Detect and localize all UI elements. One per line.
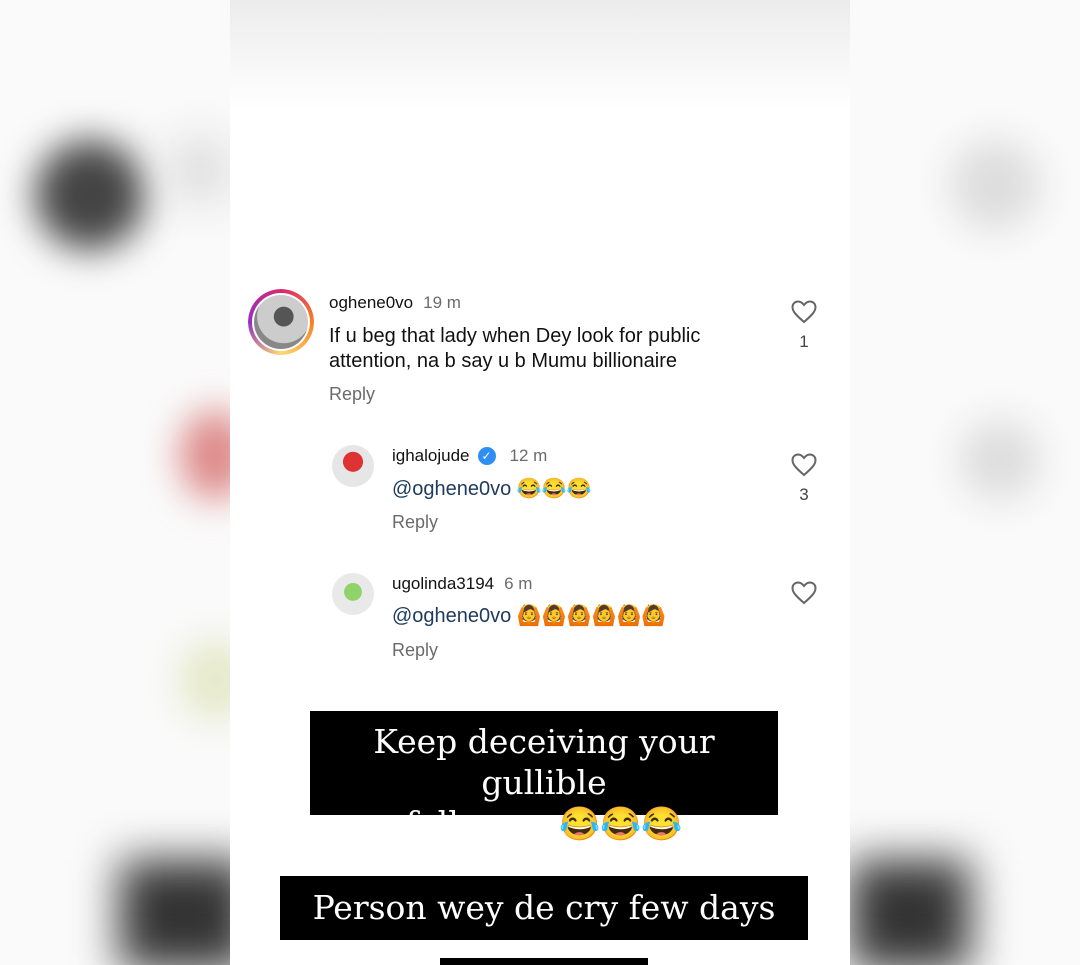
like-button[interactable]: 1	[789, 300, 819, 352]
emoji-text: 🙆🙆🙆🙆🙆🙆	[516, 605, 667, 627]
blurred-shape	[180, 640, 230, 720]
blurred-shape	[950, 140, 1040, 230]
like-button[interactable]: 3	[789, 453, 819, 505]
username[interactable]: oghene0vo	[329, 293, 413, 313]
mention-link[interactable]: @oghene0vo	[392, 605, 511, 627]
blurred-shape	[960, 420, 1040, 500]
blurred-shape	[170, 140, 230, 200]
username[interactable]: ugolinda3194	[392, 574, 494, 594]
caption-line: Person wey de cry few days ago	[312, 888, 776, 965]
blurred-shape	[850, 860, 970, 965]
top-fade	[230, 0, 850, 110]
caption-text-2: Person wey de cry few days ago	[280, 876, 808, 965]
caption-line: followers😂😂😂	[405, 804, 683, 843]
verified-check-icon: ✓	[477, 447, 496, 465]
blurred-shape	[120, 860, 230, 965]
comment-meta: oghene0vo 19 m	[329, 293, 461, 313]
caption-text-1: Keep deceiving your gullible followers😂😂…	[310, 711, 778, 843]
timestamp: 12 m	[509, 446, 548, 465]
like-count: 1	[799, 332, 809, 351]
comment-text: If u beg that lady when Dey look for pub…	[329, 325, 701, 372]
reply-button[interactable]: Reply	[329, 384, 375, 405]
comment-meta: ighalojude ✓ 12 m	[392, 446, 547, 466]
timestamp: 19 m	[423, 293, 461, 312]
avatar[interactable]	[332, 573, 374, 615]
like-button[interactable]	[789, 581, 819, 605]
like-count: 3	[799, 485, 809, 504]
username[interactable]: ighalojude	[392, 446, 470, 466]
reply-button[interactable]: Reply	[392, 640, 438, 661]
blurred-shape	[180, 410, 230, 500]
avatar[interactable]	[248, 289, 314, 355]
comment-text: @oghene0vo 🙆🙆🙆🙆🙆🙆	[392, 604, 666, 629]
emoji-text: 😂😂😂	[516, 478, 592, 500]
heart-outline-icon	[791, 581, 817, 605]
reply-button[interactable]: Reply	[392, 512, 438, 533]
caption-text-3-partial	[440, 958, 648, 965]
blurred-background-left	[0, 0, 230, 965]
comment-text: @oghene0vo 😂😂😂	[392, 477, 592, 502]
timestamp: 6 m	[504, 574, 533, 593]
blurred-avatar-shape	[35, 140, 145, 250]
comment-meta: ugolinda3194 6 m	[392, 574, 532, 594]
blurred-background-right	[850, 0, 1080, 965]
caption-line: Keep deceiving your gullible	[373, 722, 715, 802]
heart-outline-icon	[791, 300, 817, 324]
comments-screenshot: oghene0vo 19 m If u beg that lady when D…	[230, 0, 850, 965]
mention-link[interactable]: @oghene0vo	[392, 478, 511, 500]
avatar[interactable]	[332, 445, 374, 487]
avatar-photo	[254, 295, 308, 349]
heart-outline-icon	[791, 453, 817, 477]
